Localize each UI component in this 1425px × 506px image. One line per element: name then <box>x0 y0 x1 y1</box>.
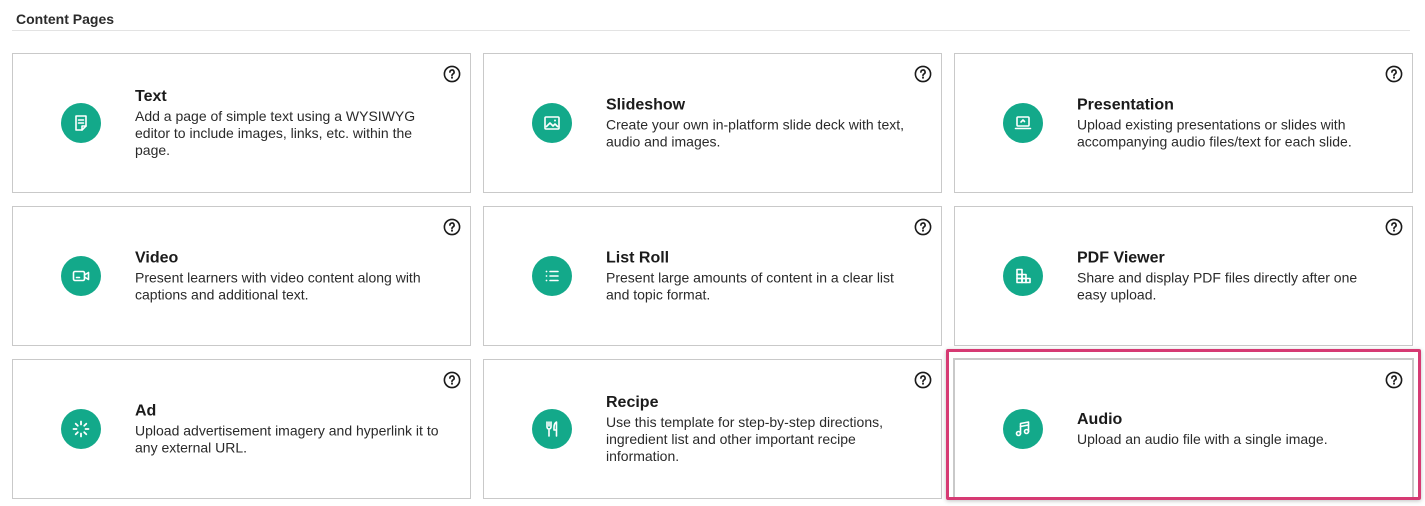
document-icon <box>61 103 101 143</box>
card-title: Ad <box>135 402 157 420</box>
section-title: Content Pages <box>16 11 115 27</box>
card-title: Text <box>135 88 167 105</box>
card-description: Upload advertisement imagery and hyperli… <box>135 422 439 456</box>
help-icon[interactable] <box>443 65 461 83</box>
video-icon <box>61 256 101 296</box>
card-video[interactable]: Video Present learners with video conten… <box>12 206 471 346</box>
music-note-icon <box>1003 409 1043 449</box>
help-icon[interactable] <box>443 371 461 389</box>
card-description: Add a page of simple text using a WYSIWY… <box>135 108 416 158</box>
card-text[interactable]: Text Add a page of simple text using a W… <box>12 53 471 193</box>
image-icon <box>532 103 572 143</box>
content-page-grid: Text Add a page of simple text using a W… <box>12 53 1413 499</box>
card-recipe[interactable]: Recipe Use this template for step-by-ste… <box>483 359 942 499</box>
card-title: PDF Viewer <box>1077 249 1165 267</box>
card-description: Present learners with video content alon… <box>135 269 421 303</box>
section-divider <box>12 30 1410 31</box>
help-icon[interactable] <box>914 218 932 236</box>
help-icon[interactable] <box>443 218 461 236</box>
loader-icon <box>61 409 101 449</box>
card-title: Slideshow <box>606 96 686 114</box>
card-description: Use this template for step-by-step direc… <box>606 414 884 464</box>
help-icon[interactable] <box>1385 371 1403 389</box>
card-description: Create your own in-platform slide deck w… <box>606 116 905 150</box>
card-audio[interactable]: Audio Upload an audio file with a single… <box>954 359 1413 499</box>
card-title: Recipe <box>606 394 659 411</box>
help-icon[interactable] <box>1385 65 1403 83</box>
card-slideshow[interactable]: Slideshow Create your own in-platform sl… <box>483 53 942 193</box>
card-title: List Roll <box>606 249 670 267</box>
card-description: Share and display PDF files directly aft… <box>1077 269 1358 303</box>
card-description: Upload an audio file with a single image… <box>1077 431 1328 447</box>
card-title: Video <box>135 249 179 267</box>
card-description: Present large amounts of content in a cl… <box>606 269 894 303</box>
presentation-icon <box>1003 103 1043 143</box>
pdf-grid-icon <box>1003 256 1043 296</box>
card-title: Presentation <box>1077 96 1174 114</box>
help-icon[interactable] <box>914 65 932 83</box>
utensils-icon <box>532 409 572 449</box>
card-ad[interactable]: Ad Upload advertisement imagery and hype… <box>12 359 471 499</box>
card-list-roll[interactable]: List Roll Present large amounts of conte… <box>483 206 942 346</box>
card-presentation[interactable]: Presentation Upload existing presentatio… <box>954 53 1413 193</box>
list-icon <box>532 256 572 296</box>
card-title: Audio <box>1077 411 1123 428</box>
card-pdf-viewer[interactable]: PDF Viewer Share and display PDF files d… <box>954 206 1413 346</box>
help-icon[interactable] <box>1385 218 1403 236</box>
card-description: Upload existing presentations or slides … <box>1077 116 1352 150</box>
help-icon[interactable] <box>914 371 932 389</box>
